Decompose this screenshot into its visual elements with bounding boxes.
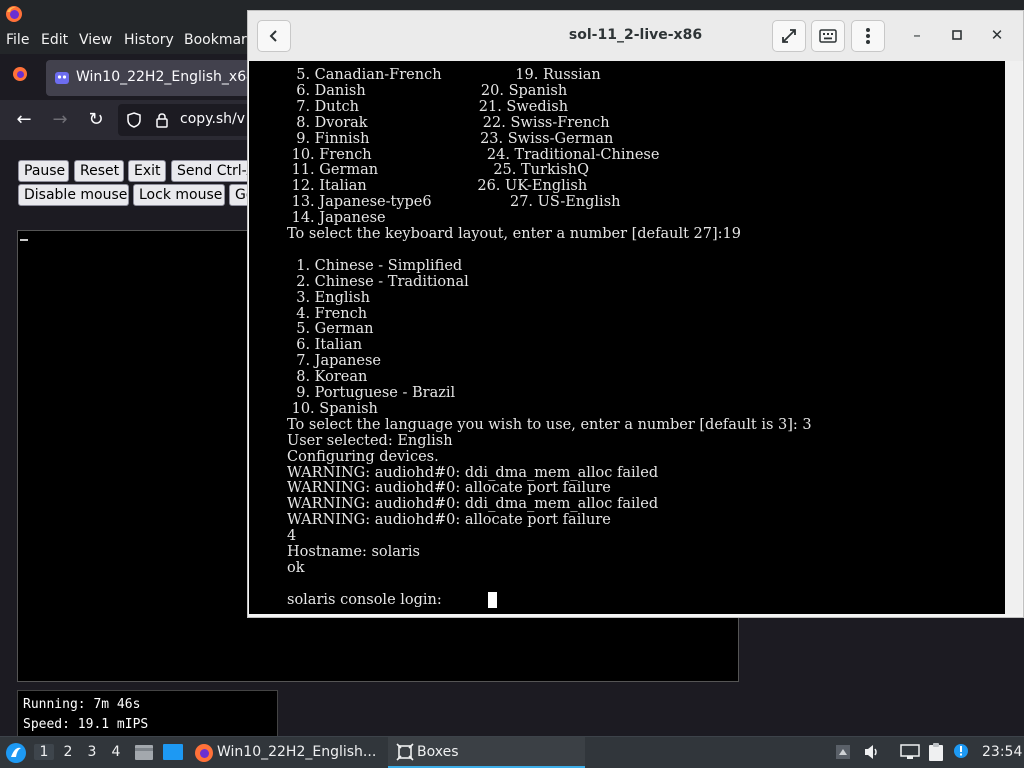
console-line: Hostname: solaris [287, 544, 420, 560]
task-boxes-label: Boxes [417, 744, 459, 760]
console-line: WARNING: audiohd#0: ddi_dma_mem_alloc fa… [287, 464, 659, 481]
reset-button[interactable]: Reset [74, 160, 124, 182]
kebab-menu-icon [866, 28, 870, 44]
console-line: 4. French [287, 305, 368, 322]
console-line: 9. Portuguese - Brazil [287, 385, 456, 401]
pause-button[interactable]: Pause [18, 160, 69, 182]
console-line: 1. Chinese - Simplified [287, 257, 463, 274]
fullscreen-button[interactable] [772, 20, 806, 52]
disable-mouse-button[interactable]: Disable mouse [18, 184, 129, 206]
keyboard-button[interactable] [811, 20, 845, 52]
console-line: 2. Chinese - Traditional [287, 273, 469, 290]
menu-edit[interactable]: Edit [41, 32, 68, 48]
expand-icon [782, 29, 796, 43]
keyboard-icon [819, 29, 837, 43]
console-line: 13. Japanese-type6 27. US-English [287, 194, 621, 211]
exit-button[interactable]: Exit [128, 160, 166, 182]
emulator-status: Running: 7m 46s Speed: 19.1 mIPS [17, 690, 278, 738]
firefox-task-icon [195, 744, 213, 762]
forward-arrow-icon[interactable]: → [48, 108, 72, 132]
menu-history[interactable]: History [124, 32, 174, 48]
shield-icon[interactable] [126, 112, 142, 128]
console-line: 5. Canadian-French 19. Russian [287, 67, 601, 83]
console-line: 8. Korean [287, 369, 368, 386]
back-arrow-icon[interactable]: ← [12, 108, 36, 132]
workspace-4[interactable]: 4 [106, 744, 126, 760]
workspace-3[interactable]: 3 [82, 744, 102, 760]
console-scrollbar[interactable] [1005, 61, 1022, 614]
running-time: Running: 7m 46s [23, 697, 141, 712]
reload-icon[interactable]: ↻ [84, 108, 108, 132]
console-line: To select the keyboard layout, enter a n… [287, 226, 742, 242]
console-line: 10. Spanish [287, 400, 378, 417]
v86-favicon-icon [55, 72, 69, 84]
console-line: User selected: English [287, 432, 453, 449]
console-line: 7. Dutch 21. Swedish [287, 98, 569, 115]
network-icon[interactable] [900, 744, 920, 760]
login-cursor [488, 592, 497, 608]
console-line: 11. German 25. TurkishQ [287, 162, 590, 179]
console-line: 3. English [287, 289, 370, 306]
console-line: 14. Japanese [287, 210, 386, 227]
console-line: WARNING: audiohd#0: ddi_dma_mem_alloc fa… [287, 496, 659, 513]
close-icon[interactable]: ✕ [985, 23, 1009, 47]
boxes-window: sol-11_2-live-x86 – ✕ 5. Canadian-French… [247, 10, 1024, 618]
tab-title: Win10_22H2_English_x64 [76, 69, 256, 85]
minimize-icon[interactable]: – [905, 23, 929, 47]
console-line: 6. Italian [287, 337, 363, 354]
start-menu-icon[interactable] [5, 742, 27, 764]
clock: 23:54 [982, 744, 1023, 760]
console-line: Configuring devices. [287, 448, 439, 465]
console-line: 10. French 24. Traditional-Chinese [287, 146, 660, 163]
workspace-2[interactable]: 2 [58, 744, 78, 760]
browser-tab-active[interactable]: Win10_22H2_English_x64 [46, 60, 256, 96]
console-line: ok [287, 559, 305, 576]
desktop-icon[interactable] [162, 743, 184, 761]
console-line: 6. Danish 20. Spanish [287, 82, 568, 99]
text-cursor [20, 239, 28, 241]
taskbar: 1 2 3 4 Win10_22H2_English... Boxes 23:5… [0, 736, 1024, 768]
maximize-icon[interactable] [945, 23, 969, 47]
firefox-logo-icon [6, 6, 22, 22]
file-manager-icon[interactable] [134, 743, 154, 761]
console-line: 9. Finnish 23. Swiss-German [287, 130, 614, 147]
volume-icon[interactable] [863, 744, 881, 760]
console-line: WARNING: audiohd#0: allocate port failur… [287, 512, 611, 529]
url-text: copy.sh/v [180, 111, 246, 127]
vm-console[interactable]: 5. Canadian-French 19. Russian 6. Danish… [249, 61, 1005, 614]
boxes-headerbar: sol-11_2-live-x86 – ✕ [248, 11, 1023, 61]
menu-button[interactable] [851, 20, 885, 52]
clipboard-icon[interactable] [927, 742, 945, 762]
menu-view[interactable]: View [79, 32, 112, 48]
tray-arrow-icon[interactable] [835, 744, 851, 760]
lock-icon[interactable] [154, 112, 170, 128]
console-line: To select the language you wish to use, … [287, 416, 812, 433]
console-line: 7. Japanese [287, 353, 381, 370]
firefox-view-icon[interactable] [12, 66, 28, 82]
notification-icon[interactable] [953, 742, 971, 762]
console-line: 5. German [287, 321, 374, 338]
lock-mouse-button[interactable]: Lock mouse [133, 184, 225, 206]
console-line: WARNING: audiohd#0: allocate port failur… [287, 480, 611, 497]
send-ctrl-alt-del-button[interactable]: Send Ctrl-Alt-Del [171, 160, 251, 182]
speed-readout: Speed: 19.1 mIPS [23, 717, 149, 732]
console-line: solaris console login: [287, 591, 447, 608]
boxes-icon [396, 743, 414, 761]
console-line: 4 [287, 528, 297, 545]
task-boxes-active[interactable]: Boxes [388, 737, 585, 768]
workspace-1[interactable]: 1 [34, 744, 54, 760]
menu-file[interactable]: File [6, 32, 29, 48]
console-line: 12. Italian 26. UK-English [287, 178, 588, 195]
task-firefox[interactable]: Win10_22H2_English... [217, 744, 376, 760]
console-line: 8. Dvorak 22. Swiss-French [287, 114, 610, 131]
